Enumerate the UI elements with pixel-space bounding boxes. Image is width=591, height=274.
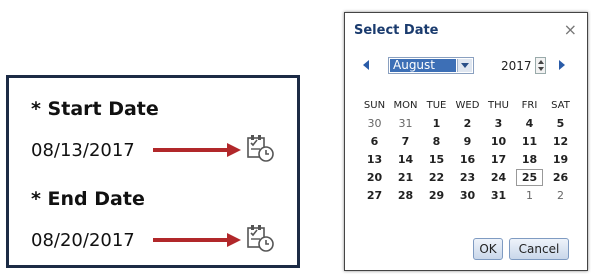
calendar-day[interactable]: 13 — [359, 150, 390, 168]
weekday-header: THU — [488, 99, 509, 111]
select-date-dialog: Select Date × August 2017 SUN MON TUE WED TH… — [344, 12, 588, 271]
calendar-day[interactable]: 7 — [390, 132, 421, 150]
calendar-day[interactable]: 26 — [545, 168, 576, 186]
end-date-label: * End Date — [31, 188, 145, 210]
start-arrow — [153, 143, 241, 157]
chevron-down-icon[interactable] — [457, 59, 472, 72]
calendar-day[interactable]: 17 — [483, 150, 514, 168]
calendar-day[interactable]: 30 — [359, 114, 390, 132]
calendar-day[interactable]: 2 — [545, 186, 576, 204]
end-date-value[interactable]: 08/20/2017 — [31, 230, 135, 251]
calendar-day[interactable]: 24 — [483, 168, 514, 186]
close-icon[interactable]: × — [564, 20, 577, 39]
calendar-day[interactable]: 6 — [359, 132, 390, 150]
calendar-day[interactable]: 12 — [545, 132, 576, 150]
calendar-icon[interactable] — [245, 133, 275, 163]
calendar-week-row: 27 28 29 30 31 1 2 — [359, 186, 576, 204]
calendar-day[interactable]: 10 — [483, 132, 514, 150]
calendar-day[interactable]: 15 — [421, 150, 452, 168]
dialog-title: Select Date — [354, 23, 439, 38]
calendar-day[interactable]: 20 — [359, 168, 390, 186]
year-value[interactable]: 2017 — [501, 59, 532, 73]
calendar-week-row: 20 21 22 23 24 25 26 — [359, 168, 576, 186]
calendar-day[interactable]: 31 — [390, 114, 421, 132]
previous-month-icon[interactable] — [363, 60, 369, 70]
calendar-day[interactable]: 2 — [452, 114, 483, 132]
next-month-icon[interactable] — [559, 60, 565, 70]
calendar-day[interactable]: 31 — [483, 186, 514, 204]
start-date-value[interactable]: 08/13/2017 — [31, 140, 135, 161]
calendar-day[interactable]: 5 — [545, 114, 576, 132]
calendar-day[interactable]: 11 — [514, 132, 545, 150]
date-form: * Start Date 08/13/2017 * End Date 08/20… — [6, 75, 300, 268]
start-date-label: * Start Date — [31, 98, 159, 120]
calendar-day[interactable]: 23 — [452, 168, 483, 186]
weekday-header: SUN — [363, 99, 386, 111]
cancel-button[interactable]: Cancel — [509, 238, 569, 260]
calendar-day[interactable]: 4 — [514, 114, 545, 132]
weekday-header: TUE — [426, 99, 447, 111]
calendar-day[interactable]: 9 — [452, 132, 483, 150]
spin-up-icon[interactable] — [538, 60, 544, 64]
calendar-day[interactable]: 3 — [483, 114, 514, 132]
calendar-day[interactable]: 1 — [514, 186, 545, 204]
calendar-grid: SUN MON TUE WED THU FRI SAT 30 31 1 2 3 4 5 6 7 8 9 10 11 1… — [359, 96, 576, 204]
month-value: August — [390, 59, 456, 72]
calendar-day[interactable]: 30 — [452, 186, 483, 204]
spin-down-icon[interactable] — [538, 67, 544, 71]
calendar-day[interactable]: 21 — [390, 168, 421, 186]
calendar-day-label: 25 — [515, 168, 544, 186]
ok-button[interactable]: OK — [473, 238, 503, 260]
calendar-day[interactable]: 29 — [421, 186, 452, 204]
calendar-icon[interactable] — [245, 223, 275, 253]
weekday-header: FRI — [521, 99, 538, 111]
end-arrow — [153, 233, 241, 247]
calendar-day[interactable]: 28 — [390, 186, 421, 204]
weekday-header: MON — [393, 99, 418, 111]
calendar-day[interactable]: 27 — [359, 186, 390, 204]
calendar-day[interactable]: 18 — [514, 150, 545, 168]
year-spinner[interactable] — [535, 57, 546, 74]
calendar-day[interactable]: 16 — [452, 150, 483, 168]
calendar-day[interactable]: 1 — [421, 114, 452, 132]
calendar-week-row: 6 7 8 9 10 11 12 — [359, 132, 576, 150]
calendar-day[interactable]: 8 — [421, 132, 452, 150]
weekday-header: SAT — [551, 99, 570, 111]
calendar-day[interactable]: 22 — [421, 168, 452, 186]
calendar-day[interactable]: 19 — [545, 150, 576, 168]
calendar-day[interactable]: 14 — [390, 150, 421, 168]
calendar-week-row: 13 14 15 16 17 18 19 — [359, 150, 576, 168]
calendar-day[interactable]: 25 — [514, 168, 545, 186]
weekday-header: WED — [455, 99, 480, 111]
calendar-week-row: 30 31 1 2 3 4 5 — [359, 114, 576, 132]
month-select[interactable]: August — [388, 57, 474, 74]
